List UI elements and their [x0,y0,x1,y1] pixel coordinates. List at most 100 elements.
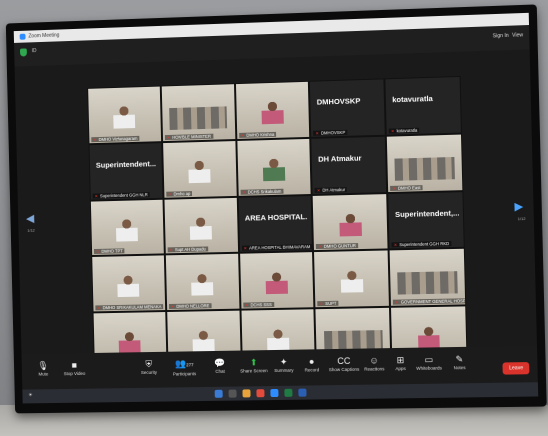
participants-count: 277 [186,362,194,368]
participant-name-label: ✕ DMHO SRIKAKULAM MENAKA [95,304,164,311]
muted-mic-icon: ✕ [95,249,100,255]
participant-display-name: Superintendent... [95,159,157,171]
prev-page-arrow-icon[interactable]: ◀ [26,212,35,225]
participant-tile[interactable]: ✕ DCHS SSS [238,251,315,310]
zoom-app-icon[interactable] [270,388,279,398]
security-button[interactable]: ⛨ Security [131,358,167,375]
record-button[interactable]: ● Record [294,355,331,373]
gallery-grid: ✕ DMHO Vizianagaram ✕ HON'BLE MINISTER ✕ DMHO… [87,75,468,369]
apps-label: Apps [395,365,406,372]
view-button[interactable]: View [512,32,523,38]
participant-name-label: ✕ SUPT [317,300,339,307]
muted-mic-icon: ✕ [242,189,246,195]
participant-tile[interactable]: ✕ DMHO NELLORE [164,253,241,312]
leave-button[interactable]: Leave [502,362,530,375]
mute-label: Mute [38,371,49,377]
participant-tile[interactable]: DMHOVSKP ✕ DMHOVSKP [309,78,386,138]
chat-icon: 💬 [214,357,226,368]
participant-name-label: ✕ DMHO Vizianagaram [91,135,140,142]
participant-name-label: ✕ kotavuratla [388,127,420,134]
participant-tile[interactable]: ✕ GOVERNMENT GENERAL HOSPIT... [388,248,467,307]
muted-mic-icon: ✕ [166,134,171,140]
participant-tile[interactable]: kotavuratla ✕ kotavuratla [384,75,462,136]
participant-tile[interactable]: ✕ Dmho ap [161,139,238,199]
participant-name-text: Superintendent GGH RKD [399,241,450,248]
participant-tile[interactable]: ✕ DMHO SRIKAKULAM MENAKA [91,254,167,313]
participant-name-text: DCHS SSS [250,302,272,308]
microphone-icon: 🎙 [37,360,49,371]
whiteboards-label: Whiteboards [416,365,442,371]
participants-label: Participants [172,371,197,377]
muted-mic-icon: ✕ [390,128,395,134]
participant-tile[interactable]: ✕ DMHO East [385,133,464,193]
participant-name-label: ✕ DMHOVSKP [313,129,348,136]
participant-tile[interactable]: AREA HOSPITAL... ✕ AREA HOSPITAL BHIMAVARA… [237,194,314,254]
next-page-arrow-icon[interactable]: ▶ [514,200,523,213]
record-icon: ● [308,356,315,367]
participant-tile[interactable]: ✕ DMHO Vizianagaram [87,85,162,145]
participant-name-text: Supt AH Dupadu [174,246,206,253]
participant-name-label: ✕ Superintendent GGH NLR [92,191,150,199]
participant-tile[interactable]: ✕ HON'BLE MINISTER [160,83,236,142]
participant-tile[interactable]: ✕ Supt AH Dupadu [163,196,239,255]
participant-name-text: DMHO NELLORE [176,303,210,310]
muted-mic-icon: ✕ [97,305,101,311]
start-icon[interactable] [214,389,223,398]
notes-icon: ✎ [455,353,464,365]
participant-display-name: kotavuratla [392,94,433,105]
muted-mic-icon: ✕ [169,247,173,253]
participant-name-label: ✕ DMHO East [390,184,423,191]
participant-name-label: ✕ Dmho ap [166,190,193,197]
participant-tile[interactable]: Superintendent,... ✕ Superintendent GGH RK… [387,190,465,250]
participants-button[interactable]: 👥277 Participants [166,357,202,376]
muted-mic-icon: ✕ [316,187,321,193]
notes-label: Notes [453,365,466,371]
stop-video-button[interactable]: ■ Stop Video [57,359,93,376]
participants-icon: 👥277 [174,358,194,369]
muted-mic-icon: ✕ [93,136,97,142]
record-label: Record [304,367,320,373]
participant-name-text: DH Atmakur [322,186,346,193]
chrome-icon[interactable] [256,389,265,398]
participant-tile[interactable]: ✕ DCHS Srikakulam [235,137,313,197]
mute-button[interactable]: 🎙 Mute [26,359,61,377]
chat-button[interactable]: 💬 Chat [202,357,238,375]
participant-display-name: AREA HOSPITAL... [244,212,308,223]
chat-label: Chat [215,368,225,374]
notes-button[interactable]: ✎ Notes [441,353,478,371]
security-label: Security [140,369,158,376]
muted-mic-icon: ✕ [244,302,249,308]
participant-name-label: ✕ DCHS Srikakulam [240,188,284,195]
muted-mic-icon: ✕ [318,244,322,250]
participant-name-text: DMHO Krishna [246,131,275,138]
participant-tile[interactable]: ✕ SUPT [313,249,391,309]
shield-check-icon: ⛨ [145,358,153,369]
participant-name-text: kotavuratla [396,127,418,134]
participant-name-label: ✕ DMHO TPT [93,248,125,255]
weather-icon[interactable]: ☀ [28,392,32,398]
muted-mic-icon: ✕ [94,193,99,199]
camera-icon: ■ [71,360,78,371]
excel-icon[interactable] [284,388,293,397]
muted-mic-icon: ✕ [395,299,399,305]
participant-name-label: ✕ Superintendent GGH RKD [391,241,452,248]
sign-in-button[interactable]: Sign In [493,33,509,40]
muted-mic-icon: ✕ [170,304,175,310]
muted-mic-icon: ✕ [319,301,324,307]
participant-name-text: DMHOVSKP [321,129,346,136]
shield-icon[interactable] [19,48,27,57]
participant-tile[interactable]: DH Atmakur ✕ DH Atmakur [310,135,388,195]
participant-tile[interactable]: ✕ DMHO GUNTUR [312,192,389,252]
monitor: Zoom Meeting ID Sign In View ◀ 1/12 ▶ 1/… [5,4,547,414]
search-icon[interactable] [228,389,237,398]
participant-display-name: Superintendent,... [394,208,459,220]
participant-name-label: ✕ DH Atmakur [314,186,348,193]
meeting-id-label[interactable]: ID [32,48,37,54]
file-explorer-icon[interactable] [242,389,251,398]
participant-tile[interactable]: ✕ DMHO Krishna [234,80,311,140]
participant-name-label: ✕ DMHO GUNTUR [316,243,359,250]
participant-tile[interactable]: Superintendent... ✕ Superintendent GGH NLR [88,141,164,201]
word-icon[interactable] [298,388,307,397]
participant-tile[interactable]: ✕ DMHO TPT [89,198,165,257]
participant-name-label: ✕ GOVERNMENT GENERAL HOSPIT... [393,298,467,305]
